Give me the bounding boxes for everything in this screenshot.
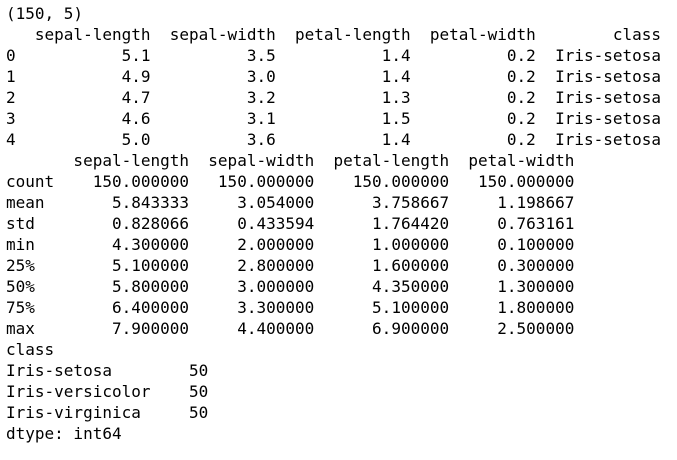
dtype-line: dtype: int64 — [6, 424, 122, 443]
head-table-row: 3 4.6 3.1 1.5 0.2 Iris-setosa — [6, 109, 662, 128]
describe-table-row: max 7.900000 4.400000 6.900000 2.500000 — [6, 319, 575, 338]
shape-line: (150, 5) — [6, 4, 84, 23]
head-table-row: 4 5.0 3.6 1.4 0.2 Iris-setosa — [6, 130, 662, 149]
describe-table-row: mean 5.843333 3.054000 3.758667 1.198667 — [6, 193, 575, 212]
class-counts-header: class — [6, 340, 55, 359]
class-counts-row: Iris-setosa 50 — [6, 361, 209, 380]
head-table-header: sepal-length sepal-width petal-length pe… — [6, 25, 662, 44]
describe-table-row: count 150.000000 150.000000 150.000000 1… — [6, 172, 575, 191]
describe-table-row: 75% 6.400000 3.300000 5.100000 1.800000 — [6, 298, 575, 317]
describe-table-row: 25% 5.100000 2.800000 1.600000 0.300000 — [6, 256, 575, 275]
class-counts-row: Iris-versicolor 50 — [6, 382, 209, 401]
describe-table-row: min 4.300000 2.000000 1.000000 0.100000 — [6, 235, 575, 254]
head-table-row: 1 4.9 3.0 1.4 0.2 Iris-setosa — [6, 67, 662, 86]
console-output: (150, 5) sepal-length sepal-width petal-… — [0, 0, 677, 444]
class-counts-row: Iris-virginica 50 — [6, 403, 209, 422]
describe-table-row: std 0.828066 0.433594 1.764420 0.763161 — [6, 214, 575, 233]
head-table-row: 0 5.1 3.5 1.4 0.2 Iris-setosa — [6, 46, 662, 65]
describe-table-row: 50% 5.800000 3.000000 4.350000 1.300000 — [6, 277, 575, 296]
head-table-row: 2 4.7 3.2 1.3 0.2 Iris-setosa — [6, 88, 662, 107]
describe-table-header: sepal-length sepal-width petal-length pe… — [6, 151, 575, 170]
